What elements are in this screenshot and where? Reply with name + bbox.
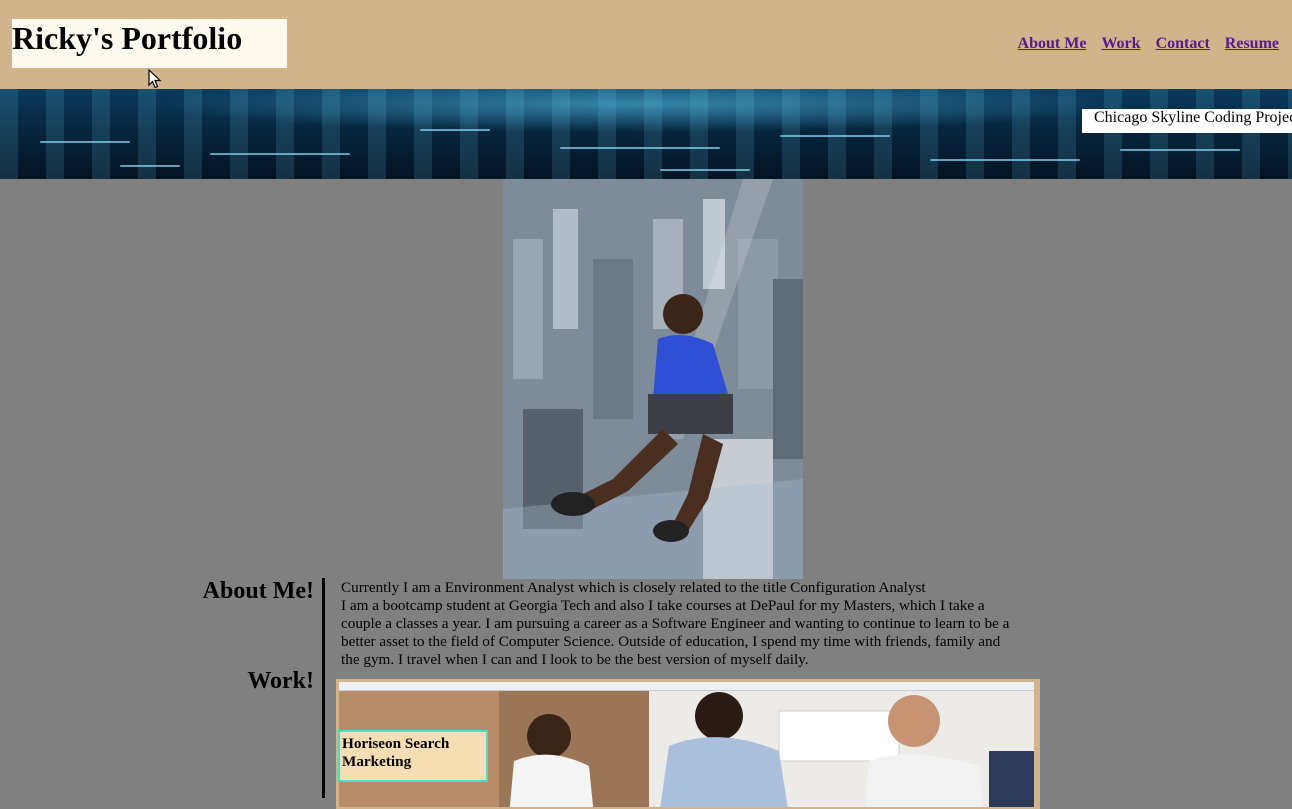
banner-caption-text: Chicago Skyline Coding Project [1094,109,1292,126]
main-nav: About Me Work Contact Resume [1018,34,1279,54]
banner-caption: Chicago Skyline Coding Project [1082,109,1292,133]
section-divider [322,578,325,798]
work-item-label[interactable]: Horiseon Search Marketing [338,730,488,782]
about-heading: About Me! [202,578,314,604]
nav-link-work[interactable]: Work [1101,34,1140,54]
profile-photo [503,179,803,579]
skyline-photo-illustration [503,179,803,579]
hero-banner [0,89,1292,179]
about-line-1: Currently I am a Environment Analyst whi… [341,579,926,596]
nav-link-contact[interactable]: Contact [1156,34,1210,54]
nav-link-about-me[interactable]: About Me [1018,34,1087,54]
about-line-2: I am a bootcamp student at Georgia Tech … [341,597,1010,668]
browser-toolbar [339,682,1034,691]
work-item-title: Horiseon Search Marketing [342,735,450,770]
site-title: Ricky's Portfolio [12,20,243,56]
work-heading: Work! [247,668,314,694]
page-header: Ricky's Portfolio About Me Work Contact … [0,0,1292,89]
site-title-box: Ricky's Portfolio [12,19,287,68]
about-paragraph: Currently I am a Environment Analyst whi… [341,579,1013,669]
mouse-cursor-icon [148,69,162,89]
nav-link-resume[interactable]: Resume [1225,34,1279,54]
